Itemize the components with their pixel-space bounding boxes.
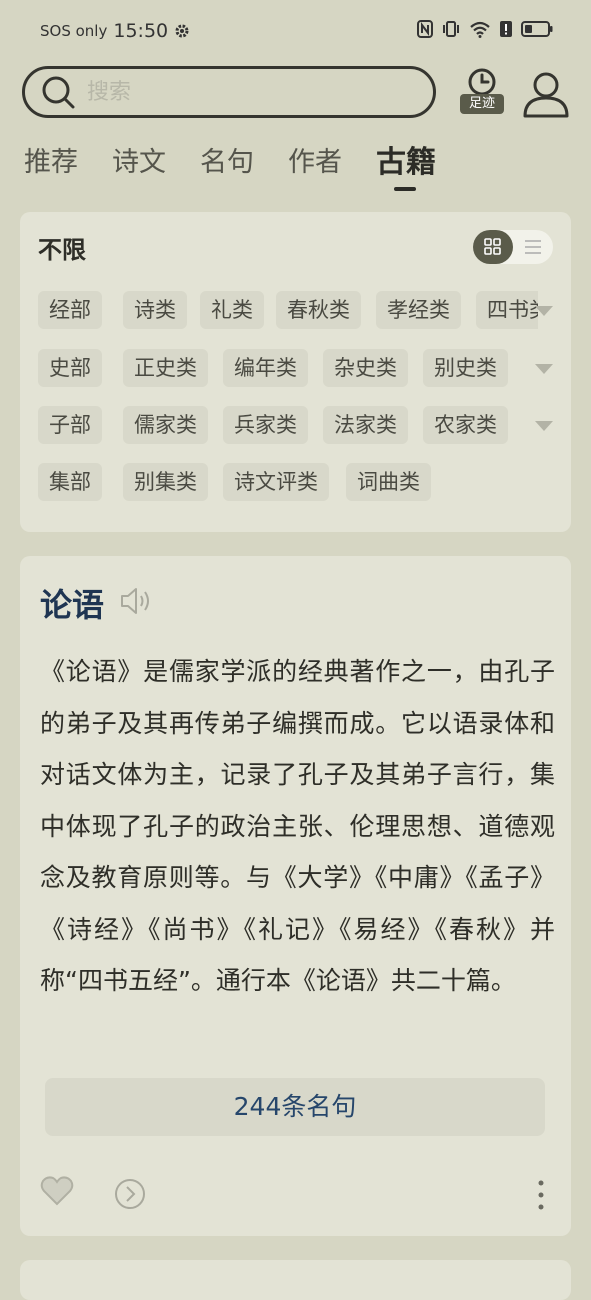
user-icon[interactable] (520, 68, 572, 120)
filter-row-zi: 子部 儒家类 兵家类 法家类 农家类 (38, 406, 538, 446)
search-icon (42, 76, 75, 109)
chip-biejilei[interactable]: 别集类 (123, 463, 208, 501)
alert-icon (500, 21, 512, 37)
grid-icon (484, 238, 501, 255)
tab-classics[interactable]: 古籍 (376, 137, 436, 191)
book-title[interactable]: 论语 (40, 580, 104, 626)
search-bar[interactable] (22, 66, 436, 118)
footprint-button[interactable]: 足迹 (458, 68, 506, 118)
footprint-label: 足迹 (460, 94, 504, 114)
chip-lilei[interactable]: 礼类 (200, 291, 264, 329)
chip-zhengshilei[interactable]: 正史类 (123, 349, 208, 387)
chip-ciqulei[interactable]: 词曲类 (346, 463, 431, 501)
list-icon (525, 240, 541, 254)
chevron-down-icon[interactable] (535, 421, 553, 433)
filter-row-shi: 史部 正史类 编年类 杂史类 别史类 (38, 349, 538, 389)
tab-poems[interactable]: 诗文 (112, 140, 166, 181)
battery-icon (521, 21, 553, 37)
chip-xiaojinglei[interactable]: 孝经类 (376, 291, 461, 329)
gear-icon (175, 24, 189, 38)
chip-chunqiulei[interactable]: 春秋类 (276, 291, 361, 329)
chevron-down-icon[interactable] (535, 364, 553, 376)
famous-quotes-button[interactable]: 244条名句 (45, 1078, 545, 1136)
chip-zibu[interactable]: 子部 (38, 406, 102, 444)
chip-nongjialei[interactable]: 农家类 (423, 406, 508, 444)
chevron-down-icon[interactable] (535, 306, 553, 318)
chip-shiwenpinglei[interactable]: 诗文评类 (223, 463, 329, 501)
book-description: 《论语》是儒家学派的经典著作之一，由孔子的弟子及其再传弟子编撰而成。它以语录体和… (40, 657, 555, 995)
chip-shilei[interactable]: 诗类 (123, 291, 187, 329)
tab-recommend[interactable]: 推荐 (24, 140, 78, 181)
filter-row-jing: 经部 诗类 礼类 春秋类 孝经类 四书类 (38, 291, 538, 331)
search-input[interactable] (85, 78, 389, 106)
list-view-button[interactable] (513, 230, 553, 264)
view-toggle (473, 230, 553, 264)
vibrate-icon (443, 21, 459, 37)
chip-fajialei[interactable]: 法家类 (323, 406, 408, 444)
more-icon[interactable] (536, 1178, 546, 1212)
category-tabs: 推荐 诗文 名句 作者 古籍 (24, 137, 470, 191)
clock: 15:50 (113, 20, 169, 42)
chip-jibu[interactable]: 集部 (38, 463, 102, 501)
filter-title[interactable]: 不限 (38, 230, 86, 265)
nfc-icon (417, 20, 433, 38)
wifi-icon (470, 21, 490, 38)
chip-rujialei[interactable]: 儒家类 (123, 406, 208, 444)
tab-authors[interactable]: 作者 (288, 140, 342, 181)
chip-bieshilei[interactable]: 别史类 (423, 349, 508, 387)
status-bar: SOS only 15:50 (0, 0, 591, 64)
carrier-text: SOS only (40, 22, 108, 40)
chip-jingbu[interactable]: 经部 (38, 291, 102, 329)
chip-zashilei[interactable]: 杂史类 (323, 349, 408, 387)
chip-sishulei[interactable]: 四书类 (476, 291, 538, 329)
filter-panel: 不限 经部 诗类 礼类 春秋类 孝经类 四书类 史部 正史类 编年类 杂史类 (20, 212, 571, 532)
chip-shibu[interactable]: 史部 (38, 349, 102, 387)
chip-biannianlei[interactable]: 编年类 (223, 349, 308, 387)
heart-icon[interactable] (40, 1176, 74, 1206)
next-book-card[interactable] (20, 1260, 571, 1300)
tab-quotes[interactable]: 名句 (200, 140, 254, 181)
book-card[interactable]: 论语 《论语》是儒家学派的经典著作之一，由孔子的弟子及其再传弟子编撰而成。它以语… (20, 556, 571, 1236)
filter-row-ji: 集部 别集类 诗文评类 词曲类 (38, 463, 538, 503)
chevron-right-icon[interactable] (114, 1178, 146, 1210)
grid-view-button[interactable] (473, 230, 513, 264)
chip-bingjialei[interactable]: 兵家类 (223, 406, 308, 444)
speaker-icon[interactable] (120, 586, 156, 616)
